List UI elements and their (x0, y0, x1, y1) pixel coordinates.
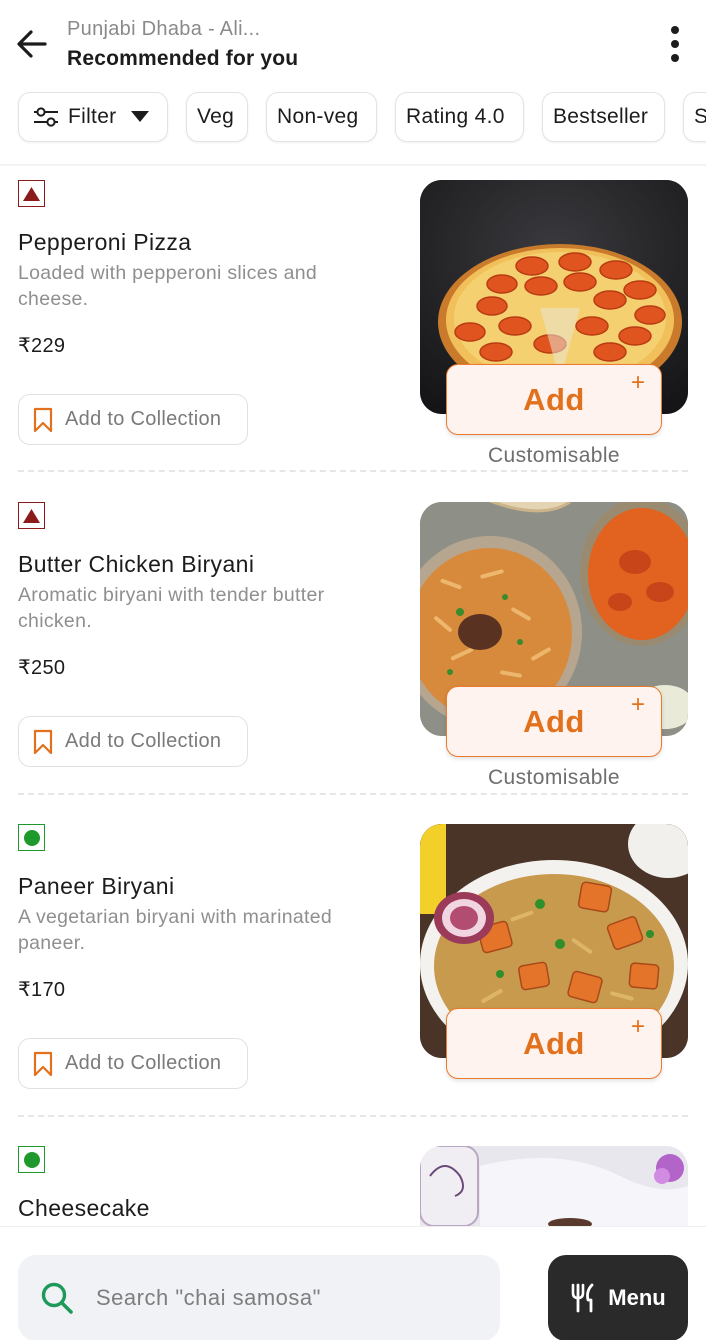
search-input[interactable]: Search "chai samosa" (18, 1255, 500, 1340)
nonveg-indicator-icon (18, 180, 45, 207)
plus-icon: + (630, 691, 645, 718)
filter-chip-label: Filter (68, 105, 117, 128)
arrow-left-icon (17, 30, 47, 58)
add-button[interactable]: Add + (446, 1008, 662, 1079)
customisable-label: Customisable (487, 766, 621, 789)
item-name: Butter Chicken Biryani (18, 551, 255, 577)
fork-knife-icon (571, 1283, 594, 1313)
app-header: Punjabi Dhaba - Ali... Recommended for y… (0, 0, 706, 88)
add-button[interactable]: Add + (446, 364, 662, 435)
item-name: Cheesecake (18, 1195, 150, 1221)
add-to-collection-button[interactable]: Add to Collection (18, 716, 248, 767)
non-veg-chip[interactable]: Non-veg (266, 92, 377, 142)
menu-button-label: Menu (608, 1285, 666, 1310)
item-description: Loaded with pepperoni slices and cheese. (18, 262, 318, 310)
more-filter-chip[interactable]: S (683, 92, 706, 142)
more-options-button[interactable] (660, 22, 690, 66)
more-vertical-icon (671, 26, 679, 34)
restaurant-name: Punjabi Dhaba - Ali... (67, 18, 261, 40)
page-title: Recommended for you (67, 47, 299, 70)
search-icon (41, 1282, 73, 1314)
item-separator (18, 793, 688, 795)
item-separator (18, 1115, 688, 1117)
rating-chip[interactable]: Rating 4.0 (395, 92, 524, 142)
bookmark-icon (33, 407, 53, 432)
item-name: Pepperoni Pizza (18, 229, 192, 255)
item-price: ₹229 (18, 335, 66, 357)
filter-chip[interactable]: Filter (18, 92, 168, 142)
item-separator (18, 470, 688, 472)
customisable-label: Customisable (487, 444, 621, 467)
food-image-cheesecake[interactable] (420, 1146, 688, 1226)
item-description: A vegetarian biryani with marinated pane… (18, 906, 332, 954)
filter-chips-row: Filter Veg Non-veg Rating 4.0 Bestseller… (0, 92, 706, 146)
add-to-collection-button[interactable]: Add to Collection (18, 394, 248, 445)
item-price: ₹170 (18, 979, 66, 1001)
add-button[interactable]: Add + (446, 686, 662, 757)
search-placeholder: Search "chai samosa" (96, 1285, 321, 1310)
plus-icon: + (630, 1013, 645, 1040)
bookmark-icon (33, 729, 53, 754)
veg-chip[interactable]: Veg (186, 92, 248, 142)
back-button[interactable] (12, 24, 52, 64)
bookmark-icon (33, 1051, 53, 1076)
veg-indicator-icon (18, 1146, 45, 1173)
sliders-icon (34, 107, 58, 127)
veg-indicator-icon (18, 824, 45, 851)
menu-button[interactable]: Menu (548, 1255, 688, 1340)
nonveg-indicator-icon (18, 502, 45, 529)
bottom-bar: Search "chai samosa" Menu (0, 1226, 706, 1340)
item-description: Aromatic biryani with tender butter chic… (18, 584, 325, 632)
item-name: Paneer Biryani (18, 873, 175, 899)
divider (0, 164, 706, 166)
plus-icon: + (630, 369, 645, 396)
header-titles: Punjabi Dhaba - Ali... Recommended for y… (67, 18, 298, 71)
bestseller-chip[interactable]: Bestseller (542, 92, 665, 142)
item-price: ₹250 (18, 657, 66, 679)
caret-down-icon (131, 111, 150, 122)
add-to-collection-button[interactable]: Add to Collection (18, 1038, 248, 1089)
